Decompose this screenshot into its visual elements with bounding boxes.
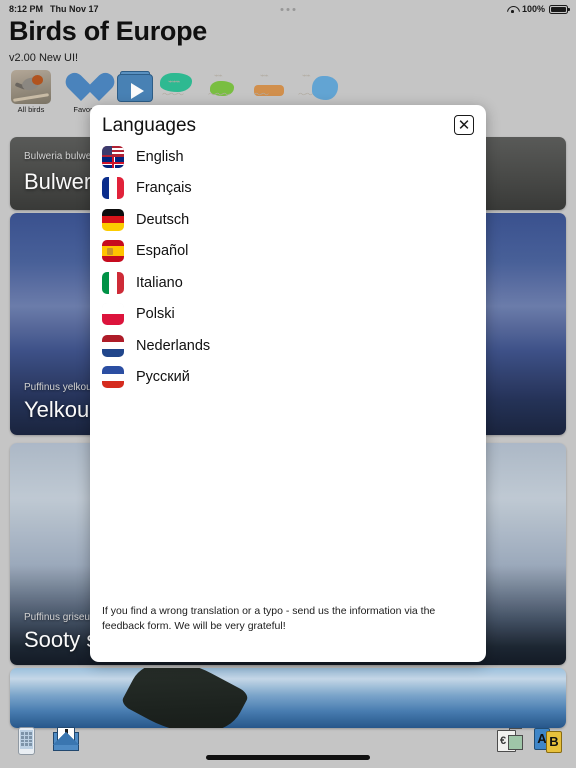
flag-english-icon [102,145,124,168]
home-indicator[interactable] [206,755,370,760]
translate-ab-icon[interactable]: A B [534,726,564,756]
language-item-polski[interactable]: Polski [90,299,486,331]
language-label: Français [136,180,192,197]
language-label: Nederlands [136,337,211,354]
flag-germany-icon [102,208,124,231]
close-icon[interactable]: ✕ [454,115,474,135]
flag-france-icon [102,177,124,200]
language-label: English [136,148,184,165]
bottom-toolbar-right: € A B [496,726,564,756]
flag-poland-icon [102,303,124,326]
language-label: Español [136,243,189,260]
app-root: 8:12 PM Thu Nov 17 100% Birds of Europe … [0,0,576,768]
language-item-english[interactable]: English [90,141,486,173]
language-item-russian[interactable]: Русский [90,362,486,394]
language-item-deutsch[interactable]: Deutsch [90,204,486,236]
dialog-title: Languages [102,115,197,136]
language-item-italiano[interactable]: Italiano [90,267,486,299]
languages-dialog: Languages ✕ English Français Deutsch Esp… [90,105,486,662]
bottom-toolbar-left [12,726,80,756]
language-item-francais[interactable]: Français [90,173,486,205]
language-label: Deutsch [136,211,190,228]
language-list: English Français Deutsch Español Italian… [90,141,486,393]
language-item-espanol[interactable]: Español [90,236,486,268]
money-euro-icon[interactable]: € [496,726,524,756]
bottom-toolbar: € A B [0,722,576,768]
language-item-nederlands[interactable]: Nederlands [90,330,486,362]
flag-spain-icon [102,240,124,263]
language-label: Polski [136,306,175,323]
apps-phone-icon[interactable] [12,726,40,756]
flag-italy-icon [102,271,124,294]
language-label: Italiano [136,274,183,291]
flag-russia-icon [102,366,124,389]
flag-netherlands-icon [102,334,124,357]
language-label: Русский [136,369,190,386]
feedback-note: If you find a wrong translation or a typ… [102,605,436,632]
mail-info-icon[interactable] [52,726,80,756]
letter-b: B [546,731,562,753]
